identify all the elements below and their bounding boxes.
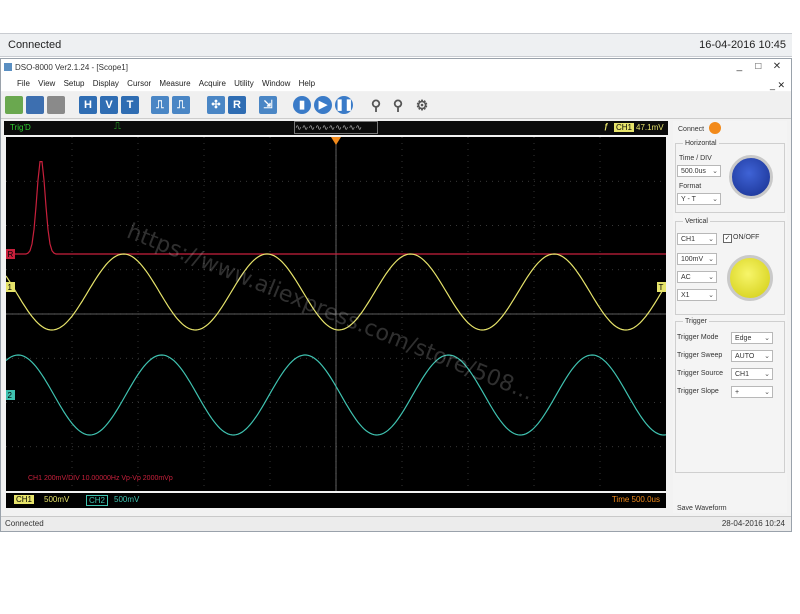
save-waveform-label[interactable]: Save Waveform — [677, 505, 727, 512]
trigger-source-select[interactable]: CH1 ⌄ — [731, 368, 773, 380]
menu-view[interactable]: View — [38, 79, 55, 88]
outer-status-bar: Connected 16-04-2016 10:45 — [0, 33, 792, 57]
ch2-marker-text: 2 — [8, 391, 13, 400]
horizontal-button[interactable]: H — [79, 96, 97, 114]
export-icon[interactable]: ⇲ — [259, 96, 277, 114]
zoom-in-icon[interactable]: ⚲ — [367, 96, 385, 114]
channel-select[interactable]: CH1 ⌄ — [677, 233, 717, 245]
volts-div-select[interactable]: 100mV ⌄ — [677, 253, 717, 265]
open-folder-icon[interactable] — [5, 96, 23, 114]
coupling-select[interactable]: AC ⌄ — [677, 271, 717, 283]
app-datetime: 28-04-2016 10:24 — [721, 519, 785, 528]
trigger-source-label: Trigger Source — [677, 370, 724, 377]
trigger-slope-select[interactable]: + ⌄ — [731, 386, 773, 398]
ch1-marker-text: 1 — [8, 283, 13, 292]
app-status-bar: Connected 28-04-2016 10:24 — [1, 516, 791, 531]
ch1-scale: 500mV — [44, 495, 70, 504]
vertical-title: Vertical — [683, 218, 710, 225]
timebase-readout: Time 500.0us — [611, 495, 660, 504]
ch2-badge: CH2 — [86, 495, 109, 506]
top-blank-area — [0, 0, 800, 30]
menu-display[interactable]: Display — [93, 79, 119, 88]
menu-utility[interactable]: Utility — [234, 79, 254, 88]
pulse-icon[interactable]: ⎍ — [151, 96, 169, 114]
format-label: Format — [679, 183, 702, 190]
status-datetime: 16-04-2016 10:45 — [699, 39, 786, 51]
run-icon[interactable]: ▶ — [314, 96, 332, 114]
timebase-knob[interactable] — [729, 155, 773, 199]
connection-status: Connected — [8, 39, 62, 51]
onoff-checkbox[interactable]: ✓ — [723, 234, 732, 243]
trigger-position-marker — [331, 137, 341, 145]
onoff-label: ON/OFF — [733, 234, 760, 241]
trigger-sweep-select[interactable]: AUTO ⌄ — [731, 350, 773, 362]
trigger-mode-label: Trigger Mode — [677, 334, 719, 341]
toolbar: H V T ⎍ ⎍ ✣ R ⇲ ▮ ▶ ❚❚ ⚲ ⚲ ⚙ — [1, 92, 791, 119]
save-icon[interactable] — [26, 96, 44, 114]
measure-icon[interactable]: ✣ — [207, 96, 225, 114]
stop-icon[interactable]: ❚❚ — [335, 96, 353, 114]
trigger-sweep-label: Trigger Sweep — [677, 352, 723, 359]
scope-status-bar: Trig'D ⎍ ∿∿∿∿∿∿∿∿∿∿ ƒ CH1 47.1mV — [4, 121, 668, 135]
menu-acquire[interactable]: Acquire — [199, 79, 226, 88]
menu-setup[interactable]: Setup — [64, 79, 85, 88]
memory-overview-icon: ∿∿∿∿∿∿∿∿∿∿ — [294, 121, 378, 134]
settings-icon[interactable]: ⚙ — [413, 96, 431, 114]
menu-bar: File View Setup Display Cursor Measure A… — [1, 77, 791, 91]
mdi-window-buttons[interactable]: _ ✕ — [770, 80, 785, 91]
maximize-button[interactable]: □ — [750, 61, 766, 72]
trigger-slope-label: Trigger Slope — [677, 388, 719, 395]
scope-bottom-bar: CH1 500mV CH2 500mV Time 500.0us — [6, 493, 666, 508]
menu-window[interactable]: Window — [262, 79, 290, 88]
pulse-alt-icon[interactable]: ⎍ — [172, 96, 190, 114]
ref-marker-text: R — [8, 250, 14, 259]
connect-label: Connect — [678, 126, 705, 133]
connect-indicator[interactable] — [709, 122, 721, 134]
trigger-title: Trigger — [683, 318, 709, 325]
single-icon[interactable]: ▮ — [293, 96, 311, 114]
ch2-scale: 500mV — [114, 495, 140, 504]
volts-knob[interactable] — [727, 255, 773, 301]
horizontal-title: Horizontal — [683, 140, 719, 147]
oscilloscope-app-window: DSO-8000 Ver2.1.24 - [Scope1] _ □ ✕ File… — [0, 58, 792, 532]
window-title: DSO-8000 Ver2.1.24 - [Scope1] — [15, 63, 128, 72]
trigger-button[interactable]: T — [121, 96, 139, 114]
time-div-label: Time / DIV — [679, 155, 712, 162]
menu-file[interactable]: File — [17, 79, 30, 88]
trigger-pulse-icon: ⎍ — [114, 121, 121, 132]
menu-measure[interactable]: Measure — [159, 79, 190, 88]
time-div-select[interactable]: 500.0us ⌄ — [677, 165, 721, 177]
zoom-out-icon[interactable]: ⚲ — [389, 96, 407, 114]
close-button[interactable]: ✕ — [769, 61, 785, 72]
trigger-channel: CH1 — [614, 123, 635, 132]
minimize-button[interactable]: _ — [731, 61, 747, 72]
format-select[interactable]: Y - T ⌄ — [677, 193, 721, 205]
control-panel: Connect Horizontal Time / DIV 500.0us ⌄ F… — [673, 121, 787, 513]
trigger-mode-select[interactable]: Edge ⌄ — [731, 332, 773, 344]
app-icon — [4, 63, 12, 71]
print-icon[interactable] — [47, 96, 65, 114]
ch1-badge: CH1 — [14, 495, 35, 504]
menu-cursor[interactable]: Cursor — [127, 79, 151, 88]
trigger-level: 47.1mV — [636, 123, 664, 132]
trigger-status: Trig'D — [10, 123, 31, 132]
vertical-button[interactable]: V — [100, 96, 118, 114]
trigger-level-marker-text: T — [659, 283, 664, 292]
trigger-edge-icon: ƒ — [604, 122, 609, 131]
reference-button[interactable]: R — [228, 96, 246, 114]
app-connection-status: Connected — [5, 519, 44, 528]
measurement-readout: CH1 200mV/DIV 10.00000Hz Vp-Vp 2000mVp — [28, 475, 173, 482]
window-titlebar: DSO-8000 Ver2.1.24 - [Scope1] _ □ ✕ — [1, 59, 791, 77]
probe-select[interactable]: X1 ⌄ — [677, 289, 717, 301]
menu-help[interactable]: Help — [299, 79, 315, 88]
